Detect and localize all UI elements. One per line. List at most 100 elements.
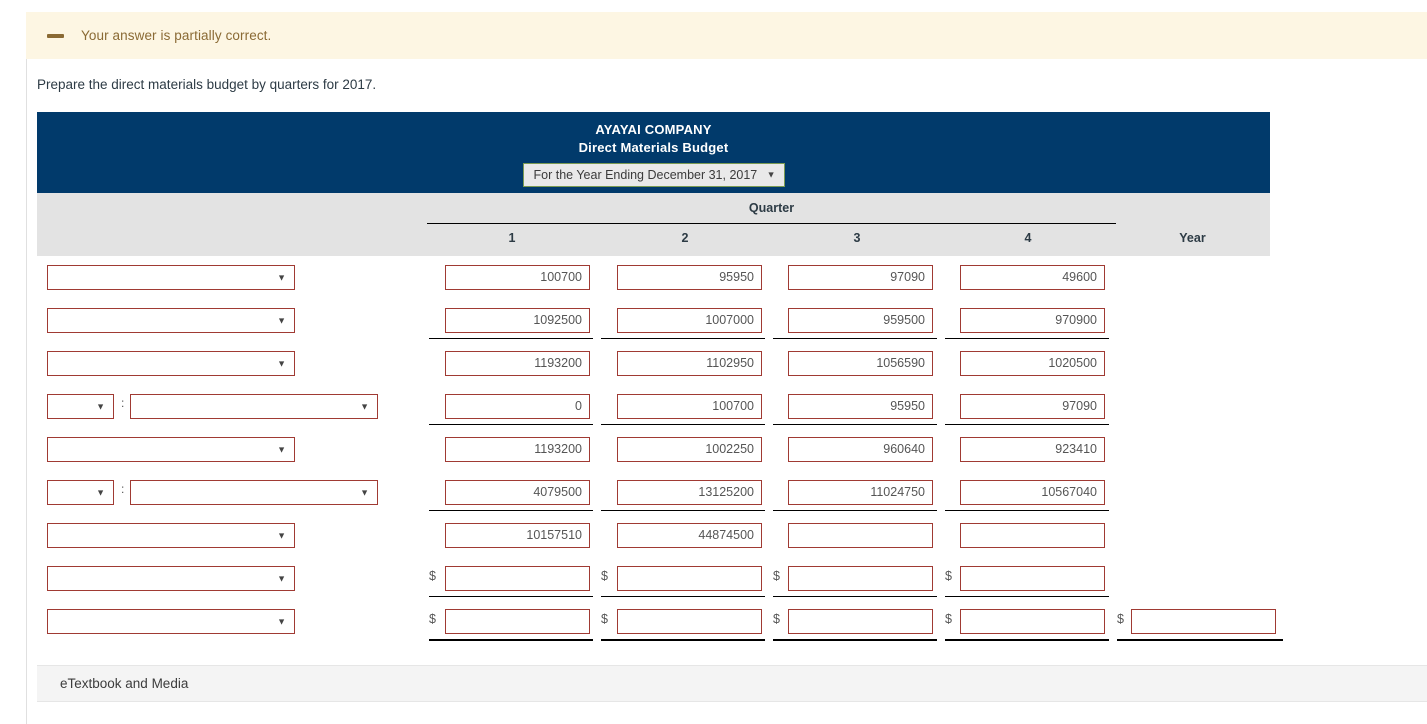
direct-materials-budget-table: AYAYAI COMPANY Direct Materials Budget F… [37,112,1283,641]
period-select[interactable]: For the Year Ending December 31, 2017 ▼ [522,163,785,187]
chevron-down-icon: ▼ [360,487,369,497]
budget-row: ▼ 1092500 1007000 959500 970900 [37,299,1270,342]
etextbook-and-media-bar[interactable]: eTextbook and Media [37,665,1427,702]
amount-input-q4-row3[interactable]: 1020500 [960,351,1105,376]
dollar-sign: $ [601,569,608,583]
amount-input-q4-row1[interactable]: 49600 [960,265,1105,290]
chevron-down-icon: ▼ [277,315,286,325]
budget-row: ▼ $ $ $ $ $ [37,600,1276,643]
amount-input-q3-row6[interactable]: 11024750 [788,480,933,505]
amount-input-q2-row3[interactable]: 1102950 [617,351,762,376]
chevron-down-icon: ▼ [277,272,286,282]
column-header-q3: 3 [853,231,861,245]
amount-input-q1-row9[interactable] [445,609,590,634]
amount-input-q3-row4[interactable]: 95950 [788,394,933,419]
question-prompt: Prepare the direct materials budget by q… [37,77,377,92]
row-label-select-2[interactable]: ▼ [47,308,295,333]
column-header-q4: 4 [1024,231,1032,245]
row-label-select-8[interactable]: ▼ [47,566,295,591]
budget-row: ▼ $ $ $ $ [37,557,1270,600]
amount-input-q3-row9[interactable] [788,609,933,634]
row-underline [945,338,1109,339]
budget-row: ▼: ▼ 4079500 13125200 11024750 10567040 [37,471,1270,514]
amount-input-q2-row2[interactable]: 1007000 [617,308,762,333]
alert-message: Your answer is partially correct. [81,28,272,43]
row-label-select-6[interactable]: ▼ [130,480,378,505]
row-label-select-5[interactable]: ▼ [47,437,295,462]
minus-icon [47,33,64,38]
row-underline [429,596,593,597]
amount-input-q4-row6[interactable]: 10567040 [960,480,1105,505]
row-underline [601,596,765,597]
chevron-down-icon: ▼ [277,616,286,626]
row-underline [601,424,765,425]
amount-input-q3-row1[interactable]: 97090 [788,265,933,290]
row-underline [945,596,1109,597]
row-underline [601,639,765,641]
column-header-year: Year [1179,231,1206,245]
amount-input-year-row9[interactable] [1131,609,1276,634]
column-header-q2: 2 [681,231,689,245]
row-label-select-1[interactable]: ▼ [47,265,295,290]
amount-input-q4-row2[interactable]: 970900 [960,308,1105,333]
row-label-select-9[interactable]: ▼ [47,609,295,634]
amount-input-q4-row7[interactable] [960,523,1105,548]
row-underline [945,424,1109,425]
amount-input-q2-row5[interactable]: 1002250 [617,437,762,462]
dollar-sign: $ [429,569,436,583]
amount-input-q3-row8[interactable] [788,566,933,591]
chevron-down-icon: ▼ [766,169,776,180]
amount-input-q2-row4[interactable]: 100700 [617,394,762,419]
dollar-sign: $ [429,612,436,626]
report-title: Direct Materials Budget [578,140,729,155]
amount-input-q1-row1[interactable]: 100700 [445,265,590,290]
amount-input-q4-row9[interactable] [960,609,1105,634]
row-label-prefix-select-6[interactable]: ▼ [47,480,114,505]
amount-input-q3-row7[interactable] [788,523,933,548]
row-underline [945,510,1109,511]
amount-input-q2-row7[interactable]: 44874500 [617,523,762,548]
row-underline [945,639,1109,641]
amount-input-q4-row8[interactable] [960,566,1105,591]
amount-input-q1-row2[interactable]: 1092500 [445,308,590,333]
budget-row: ▼ 100700 95950 97090 49600 [37,256,1270,299]
row-underline [773,639,937,641]
amount-input-q1-row4[interactable]: 0 [445,394,590,419]
budget-rows: ▼ 100700 95950 97090 49600 ▼ 1092500 1007000 959… [37,256,1283,641]
budget-row: ▼ 1193200 1102950 1056590 1020500 [37,342,1270,385]
row-underline [429,639,593,641]
amount-input-q3-row3[interactable]: 1056590 [788,351,933,376]
budget-row: ▼ 10157510 44874500 [37,514,1270,557]
row-label-select-4[interactable]: ▼ [130,394,378,419]
row-label-select-3[interactable]: ▼ [47,351,295,376]
amount-input-q4-row5[interactable]: 923410 [960,437,1105,462]
row-label-prefix-select-4[interactable]: ▼ [47,394,114,419]
row-underline [429,424,593,425]
amount-input-q1-row7[interactable]: 10157510 [445,523,590,548]
chevron-down-icon: ▼ [96,401,105,411]
amount-input-q2-row8[interactable] [617,566,762,591]
amount-input-q2-row1[interactable]: 95950 [617,265,762,290]
amount-input-q1-row6[interactable]: 4079500 [445,480,590,505]
amount-input-q1-row8[interactable] [445,566,590,591]
chevron-down-icon: ▼ [277,530,286,540]
budget-title-block: AYAYAI COMPANY Direct Materials Budget F… [37,112,1270,193]
chevron-down-icon: ▼ [277,573,286,583]
content-frame: Prepare the direct materials budget by q… [26,59,1427,724]
period-select-value: For the Year Ending December 31, 2017 [533,168,758,182]
row-label-colon: : [121,396,125,410]
amount-input-q2-row6[interactable]: 13125200 [617,480,762,505]
amount-input-q4-row4[interactable]: 97090 [960,394,1105,419]
page-root: Your answer is partially correct. Prepar… [0,0,1427,724]
amount-input-q2-row9[interactable] [617,609,762,634]
company-name: AYAYAI COMPANY [595,122,712,137]
row-underline [601,338,765,339]
amount-input-q1-row3[interactable]: 1193200 [445,351,590,376]
dollar-sign-year: $ [1117,612,1124,626]
row-label-select-7[interactable]: ▼ [47,523,295,548]
amount-input-q3-row2[interactable]: 959500 [788,308,933,333]
amount-input-q1-row5[interactable]: 1193200 [445,437,590,462]
budget-row: ▼ 1193200 1002250 960640 923410 [37,428,1270,471]
chevron-down-icon: ▼ [277,444,286,454]
amount-input-q3-row5[interactable]: 960640 [788,437,933,462]
